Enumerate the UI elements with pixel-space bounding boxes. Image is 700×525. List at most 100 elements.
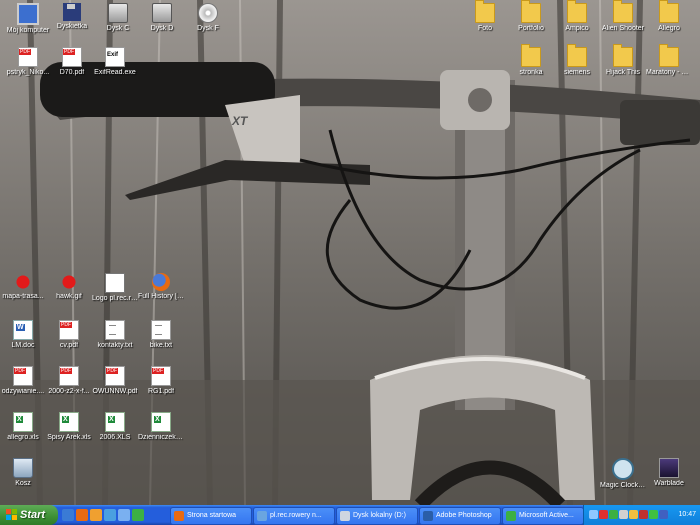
folder-icon: [567, 44, 587, 67]
messenger-icon[interactable]: [132, 509, 144, 521]
desktop-icon-label: Dysk F: [197, 25, 219, 32]
desktop-icon-hawk[interactable]: hawk.gif: [46, 273, 92, 301]
desktop-icon-dysk-c[interactable]: Dysk C: [95, 3, 141, 33]
taskbar: Start Strona startowa pl.rec.rowery n... D…: [0, 505, 700, 525]
desktop-icon-label: Alien Shooter: [601, 25, 645, 32]
desktop-icon-rg1[interactable]: RG1.pdf: [138, 366, 184, 396]
desktop-icon-label: 2006.XLS: [99, 434, 131, 441]
desktop-icon-label: Maratony - wyniki: [646, 69, 692, 76]
desktop-icon-magic-clock[interactable]: Magic Clock.exe: [600, 458, 646, 490]
desktop-icon-moj-komputer[interactable]: Mój komputer: [5, 3, 51, 35]
desktop-icon-maratony[interactable]: Maratony - wyniki: [646, 44, 692, 77]
desktop-icon-dyskietka[interactable]: Dyskietka: [49, 3, 95, 31]
desktop-icon-stronka[interactable]: stronka: [508, 44, 554, 77]
folder-icon: [613, 0, 633, 23]
update-icon[interactable]: [629, 510, 638, 519]
pdf-file-icon: [59, 366, 79, 386]
desktop-icon-cv-pdf[interactable]: cv.pdf: [46, 320, 92, 350]
recycle-bin-icon: [13, 458, 33, 478]
folder-icon: [659, 0, 679, 23]
sync-icon[interactable]: [649, 510, 658, 519]
desktop-icon-label: odzywianie....: [1, 388, 45, 395]
desktop-icon-label: Warblade: [654, 480, 684, 487]
desktop-icon-siemens[interactable]: siemens: [554, 44, 600, 77]
taskbar-window-label: Microsoft Active...: [519, 512, 574, 519]
messenger-tray-icon[interactable]: [609, 510, 618, 519]
desktop-icon-portfolio[interactable]: Portfolio: [508, 0, 554, 33]
desktop-icon-warblade[interactable]: Warblade: [646, 458, 692, 488]
desktop-icon-label: Mój komputer: [6, 27, 50, 34]
desktop-icon-label: pstryk_Niko...: [6, 69, 50, 76]
desktop-icon-full-history[interactable]: Full History [\Nieznany...: [138, 273, 184, 301]
shield-icon[interactable]: [659, 510, 668, 519]
taskbar-window-button[interactable]: Strona startowa: [170, 507, 252, 525]
pdf-file-icon: [105, 366, 125, 386]
desktop-icon-2000-z2[interactable]: 2000-z2-x-f...: [46, 366, 92, 396]
cd-drive-icon: [198, 3, 218, 23]
clock-app-icon: [612, 458, 634, 480]
desktop-icon-odzywianie[interactable]: odzywianie....: [0, 366, 46, 396]
desktop-icon-dysk-d[interactable]: Dysk D: [139, 3, 185, 33]
volume-icon[interactable]: [619, 510, 628, 519]
desktop-icon-ampico[interactable]: Ampico: [554, 0, 600, 33]
outlook-icon[interactable]: [104, 509, 116, 521]
desktop-icon-allegro-folder[interactable]: Allegro: [646, 0, 692, 33]
desktop-icon-owunnw[interactable]: OWUNNW.pdf: [92, 366, 138, 396]
exifread-app-icon: [105, 47, 125, 67]
ie-icon[interactable]: [62, 509, 74, 521]
start-button[interactable]: Start: [0, 505, 58, 525]
desktop-icon-kontakty[interactable]: kontakty.txt: [92, 320, 138, 350]
desktop-icon-2006-xls[interactable]: 2006.XLS: [92, 412, 138, 442]
text-file-icon: [151, 320, 171, 340]
desktop-icon-logo-pl[interactable]: Logo pl.rec.rowe...: [92, 273, 138, 303]
image-file-icon: [105, 273, 125, 293]
taskbar-window-button[interactable]: Dysk lokalny (D:): [336, 507, 418, 525]
desktop-icon-lm-doc[interactable]: LM.doc: [0, 320, 46, 350]
desktop-icon-pstryk[interactable]: pstryk_Niko...: [5, 47, 51, 77]
taskbar-window-button[interactable]: Adobe Photoshop: [419, 507, 501, 525]
desktop-icon-exifread[interactable]: ExifRead.exe: [92, 47, 138, 77]
desktop-icon-bike-txt[interactable]: bike.txt: [138, 320, 184, 350]
media-player-icon[interactable]: [90, 509, 102, 521]
taskbar-window-label: Adobe Photoshop: [436, 512, 492, 519]
desktop-icon-alien-shooter[interactable]: Alien Shooter: [600, 0, 646, 33]
pdf-file-icon: [13, 366, 33, 386]
system-tray: 10:47: [583, 505, 700, 525]
desktop-icon-label: Logo pl.rec.rowe...: [92, 295, 138, 302]
desktop-icon-foto[interactable]: Foto: [462, 0, 508, 33]
floppy-drive-icon: [63, 3, 81, 21]
desktop-icon-allegro-xls[interactable]: allegro.xls: [0, 412, 46, 442]
taskbar-window-label: pl.rec.rowery n...: [270, 512, 322, 519]
desktop-icon-label: Kosz: [15, 480, 31, 487]
desktop-icon-label: Ampico: [565, 25, 589, 32]
clock[interactable]: 10:47: [678, 505, 696, 525]
desktop-icon-label: Dysk D: [150, 25, 174, 32]
desktop-icon-mapa-trasa[interactable]: mapa-trasa...: [0, 273, 46, 301]
desktop-icon-label: Dysk C: [106, 25, 130, 32]
start-label: Start: [20, 509, 46, 521]
desktop-icon-label: 2000-z2-x-f...: [48, 388, 90, 395]
desktop-icon-label: bike.txt: [149, 342, 173, 349]
taskbar-window-button[interactable]: pl.rec.rowery n...: [253, 507, 335, 525]
network-icon[interactable]: [589, 510, 598, 519]
desktop-icon-label: Allegro: [658, 25, 680, 32]
desktop-icon-hijack[interactable]: Hijack This: [600, 44, 646, 77]
text-file-icon: [105, 320, 125, 340]
taskbar-window-button[interactable]: Microsoft Active...: [502, 507, 584, 525]
desktop-icon-kosz[interactable]: Kosz: [0, 458, 46, 488]
drive-icon: [340, 511, 350, 521]
folder-icon: [475, 0, 495, 23]
desktop-icon-d70[interactable]: D70.pdf: [49, 47, 95, 77]
firefox-icon[interactable]: [76, 509, 88, 521]
desktop-icon-label: hawk.gif: [56, 293, 82, 300]
show-desktop-icon[interactable]: [118, 509, 130, 521]
security-icon[interactable]: [639, 510, 648, 519]
desktop-icon-dysk-f[interactable]: Dysk F: [185, 3, 231, 33]
pdf-file-icon: [151, 366, 171, 386]
taskbar-window-label: Dysk lokalny (D:): [353, 512, 406, 519]
desktop-icon-label: OWUNNW.pdf: [92, 388, 138, 395]
newsreader-icon: [257, 511, 267, 521]
antivirus-icon[interactable]: [599, 510, 608, 519]
desktop-icon-spisy-arek[interactable]: Spisy Arek.xls: [46, 412, 92, 442]
desktop-icon-dzienniczek[interactable]: Dzienniczek Kolarski 2006: [138, 412, 184, 442]
